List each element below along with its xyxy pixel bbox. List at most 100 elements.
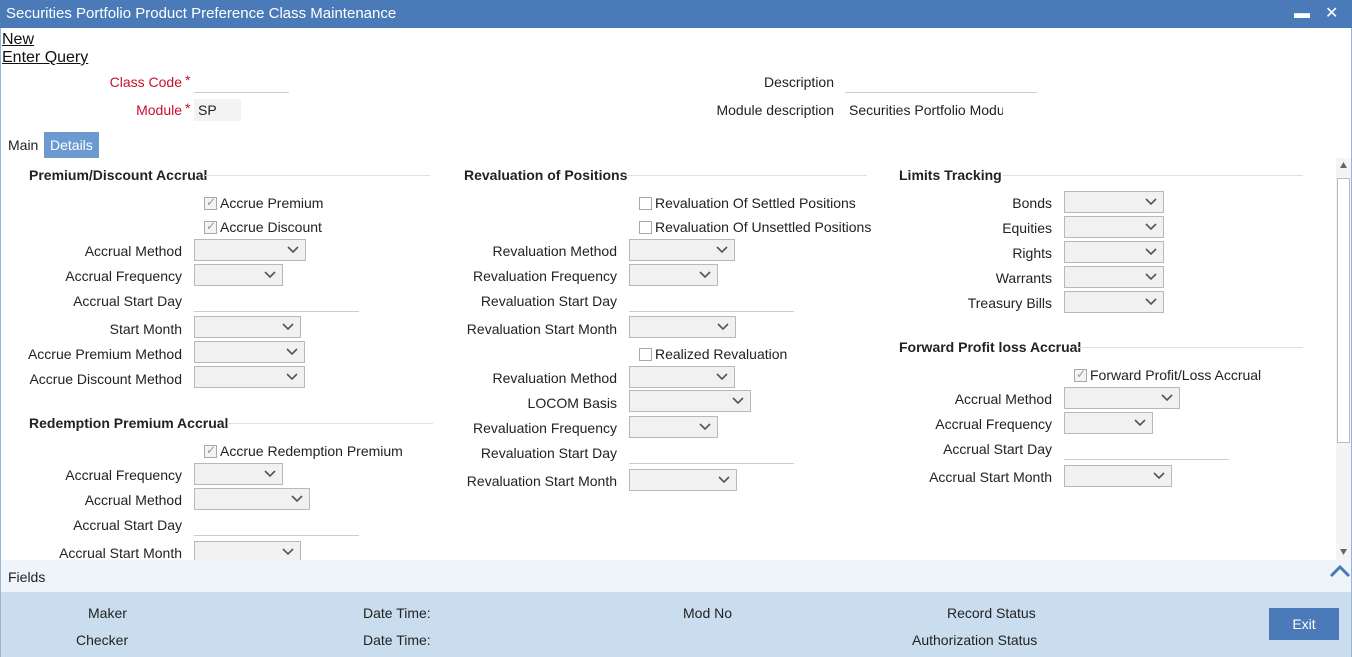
class-code-input[interactable] [194,71,289,93]
accrual-start-day-input[interactable] [194,290,359,312]
enter-query-link[interactable]: Enter Query [2,49,88,67]
forward-pl-accrual-checkbox[interactable]: Forward Profit/Loss Accrual [1074,367,1261,383]
limits-section-title: Limits Tracking [899,167,1002,183]
accrue-premium-label: Accrue Premium [220,195,324,211]
revaluation-start-day-2-input[interactable] [629,442,794,464]
warrants-select[interactable] [1064,266,1164,288]
revaluation-frequency-2-select[interactable] [629,416,718,438]
fpl-accrual-method-select[interactable] [1064,387,1180,409]
class-code-label: Class Code [109,74,182,90]
redemption-accrual-start-day-input[interactable] [194,514,359,536]
revaluation-unsettled-checkbox[interactable]: Revaluation Of Unsettled Positions [639,219,871,235]
fpl-accrual-start-month-label: Accrual Start Month [929,469,1052,485]
chevron-down-icon [264,271,276,279]
bonds-label: Bonds [1012,195,1052,211]
accrue-premium-checkbox[interactable]: Accrue Premium [204,195,323,211]
equities-label: Equities [1002,220,1052,236]
chevron-down-icon [291,495,303,503]
module-required: * [185,100,191,116]
accrue-discount-method-select[interactable] [194,366,305,388]
scrollbar-thumb[interactable] [1337,178,1350,443]
checkbox-box [639,348,652,361]
accrual-method-select[interactable] [194,239,306,261]
exit-button[interactable]: Exit [1269,608,1339,640]
footer-panel: Maker Checker Date Time: Date Time: Mod … [1,592,1351,657]
chevron-down-icon [716,373,728,381]
collapse-up-icon[interactable] [1328,563,1352,579]
fpl-accrual-frequency-select[interactable] [1064,412,1153,434]
close-icon[interactable]: ✕ [1325,0,1338,28]
tab-details[interactable]: Details [44,132,99,158]
minimize-icon[interactable]: ▬ [1294,0,1310,28]
redemption-accrual-start-month-select[interactable] [194,541,301,560]
tab-main[interactable]: Main [2,132,44,158]
description-input[interactable] [845,71,1037,93]
revaluation-settled-label: Revaluation Of Settled Positions [655,195,856,211]
scroll-down-icon[interactable] [1339,548,1348,556]
treasury-bills-select[interactable] [1064,291,1164,313]
chevron-down-icon [716,246,728,254]
section-divider [205,175,430,176]
section-divider [227,423,433,424]
accrual-frequency-label: Accrual Frequency [65,268,182,284]
checker-date-time-label: Date Time: [363,632,431,648]
accrue-premium-method-select[interactable] [194,341,305,363]
chevron-down-icon [286,373,298,381]
revaluation-frequency-2-label: Revaluation Frequency [473,420,617,436]
vertical-scrollbar[interactable] [1336,158,1351,560]
authorization-status-label: Authorization Status [912,632,1038,648]
fields-label[interactable]: Fields [8,569,45,585]
fields-bar: Fields [1,560,1351,592]
fpl-accrual-start-day-input[interactable] [1064,438,1229,460]
chevron-down-icon [264,470,276,478]
revaluation-method-select[interactable] [629,239,735,261]
revaluation-start-month-2-select[interactable] [629,469,737,491]
realized-revaluation-label: Realized Revaluation [655,346,788,362]
redemption-section-title: Redemption Premium Accrual [29,415,229,431]
revaluation-section-title: Revaluation of Positions [464,167,628,183]
new-link[interactable]: New [2,31,34,49]
revaluation-start-month-select[interactable] [629,316,736,338]
revaluation-frequency-label: Revaluation Frequency [473,268,617,284]
fpl-accrual-start-day-label: Accrual Start Day [943,441,1052,457]
fpl-accrual-method-label: Accrual Method [954,391,1052,407]
chevron-down-icon [718,476,730,484]
checkbox-box [204,443,217,458]
redemption-accrual-method-select[interactable] [194,488,310,510]
revaluation-start-day-input[interactable] [629,290,794,312]
locom-basis-select[interactable] [629,390,751,412]
redemption-accrual-frequency-select[interactable] [194,463,283,485]
chevron-down-icon [717,323,729,331]
accrual-frequency-select[interactable] [194,264,283,286]
start-month-label: Start Month [109,321,182,337]
fpl-accrual-start-month-select[interactable] [1064,465,1172,487]
module-description-label: Module description [716,102,834,118]
section-divider [1003,175,1303,176]
accrue-redemption-premium-checkbox[interactable]: Accrue Redemption Premium [204,443,403,459]
scroll-up-icon[interactable] [1339,161,1348,169]
start-month-select[interactable] [194,316,301,338]
accrue-redemption-premium-label: Accrue Redemption Premium [220,443,403,459]
checkbox-box [639,221,652,234]
chevron-down-icon [286,348,298,356]
module-description-input[interactable]: Securities Portfolio Module [845,99,1003,121]
revaluation-frequency-select[interactable] [629,264,718,286]
rights-select[interactable] [1064,241,1164,263]
chevron-down-icon [1153,472,1165,480]
module-label: Module [136,102,182,118]
forward-pl-section-title: Forward Profit loss Accrual [899,339,1082,355]
equities-select[interactable] [1064,216,1164,238]
bonds-select[interactable] [1064,191,1164,213]
description-label: Description [763,74,834,90]
revaluation-start-month-2-label: Revaluation Start Month [466,473,617,489]
rights-label: Rights [1012,245,1052,261]
chevron-down-icon [287,246,299,254]
revaluation-unsettled-label: Revaluation Of Unsettled Positions [655,219,872,235]
revaluation-settled-checkbox[interactable]: Revaluation Of Settled Positions [639,195,856,211]
accrue-discount-checkbox[interactable]: Accrue Discount [204,219,322,235]
realized-revaluation-checkbox[interactable]: Realized Revaluation [639,346,787,362]
record-status-label: Record Status [947,605,1036,621]
redemption-accrual-frequency-label: Accrual Frequency [65,467,182,483]
module-input[interactable]: SP [194,99,241,121]
revaluation-method-2-select[interactable] [629,366,735,388]
